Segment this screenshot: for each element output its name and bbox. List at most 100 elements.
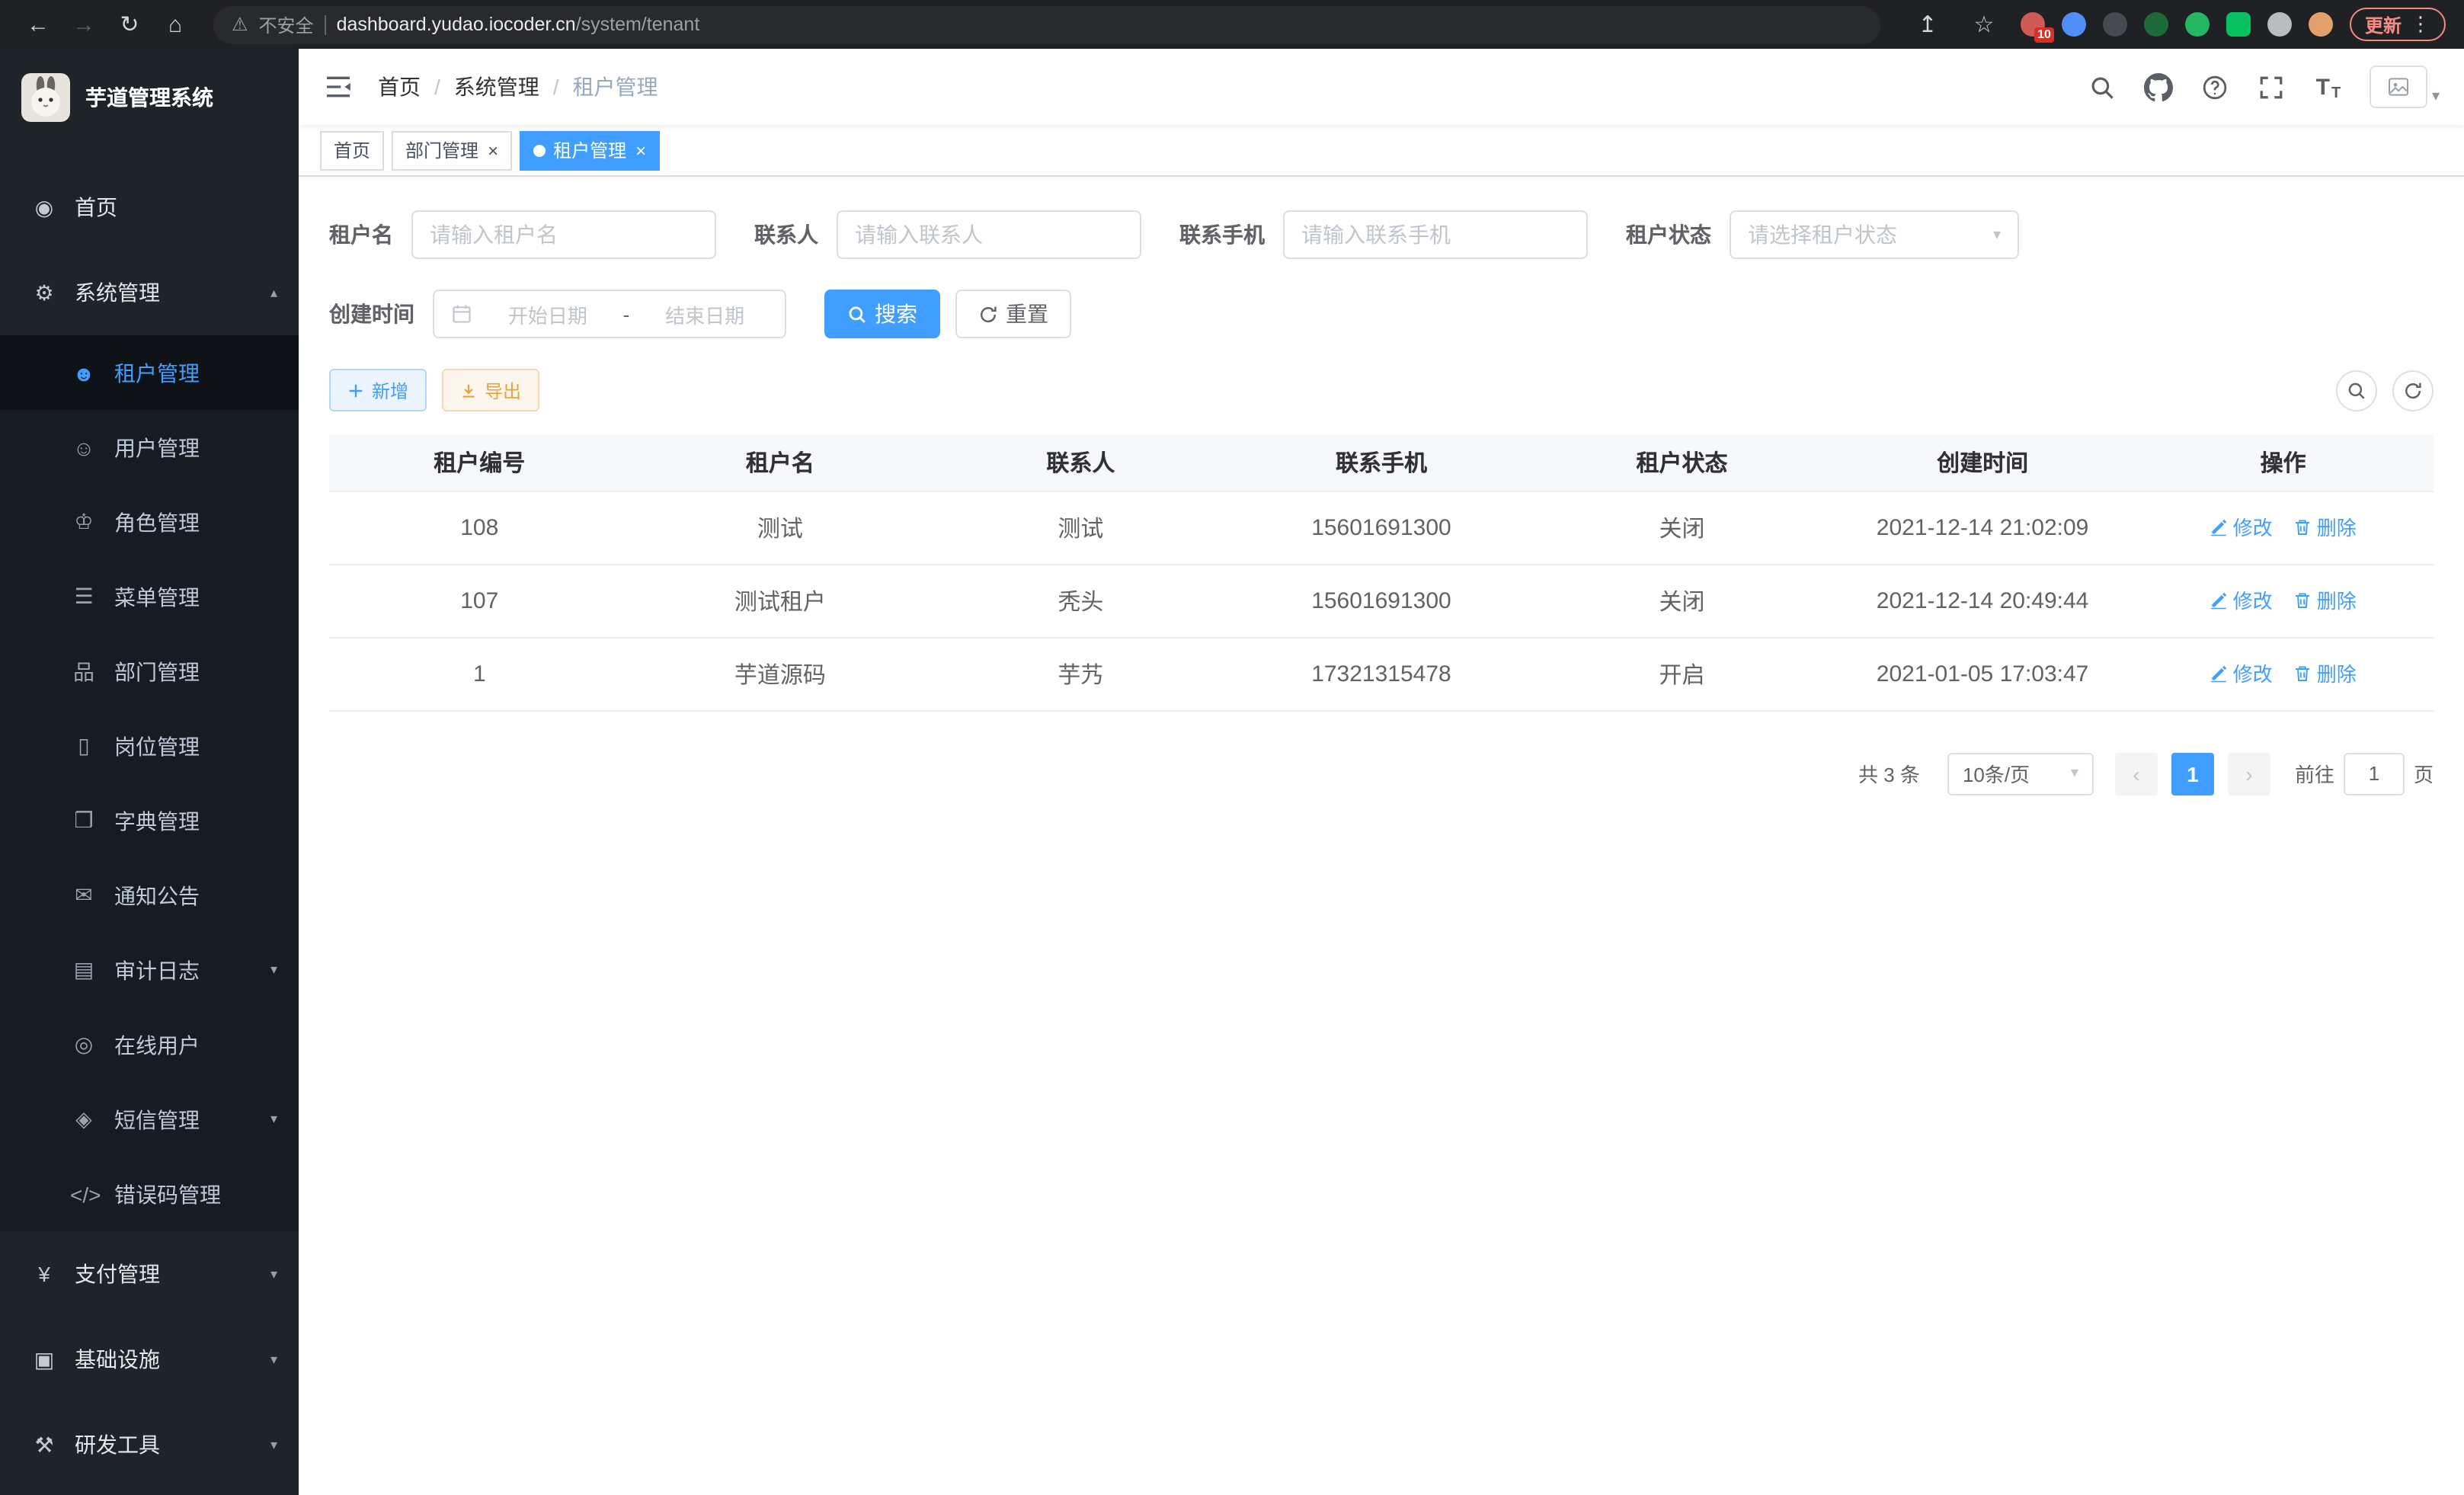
sidebar-item-role[interactable]: ♔ 角色管理 (0, 485, 299, 559)
sidebar-item-pay[interactable]: ¥ 支付管理 ▾ (0, 1231, 299, 1317)
extension-3-icon[interactable] (2103, 12, 2127, 37)
sidebar-item-log[interactable]: ▤ 审计日志 ▾ (0, 933, 299, 1007)
column-header: 创建时间 (1832, 434, 2133, 491)
cell-phone: 15601691300 (1231, 564, 1532, 637)
export-button[interactable]: 导出 (442, 369, 539, 411)
broken-image-icon (2370, 66, 2427, 108)
create-time-label: 创建时间 (329, 299, 414, 329)
tab-0[interactable]: 首页 (320, 130, 384, 170)
fullscreen-icon[interactable] (2257, 72, 2287, 102)
sidebar-item-sms[interactable]: ◈ 短信管理 ▾ (0, 1082, 299, 1157)
breadcrumb-item[interactable]: 系统管理 / (454, 72, 559, 102)
filter-row-2: 创建时间 开始日期 - 结束日期 搜索 (329, 290, 2434, 338)
page-jump-input[interactable] (2344, 752, 2405, 795)
extension-6-icon[interactable] (2226, 12, 2251, 37)
column-header: 租户名 (630, 434, 931, 491)
kebab-menu-icon: ⋮ (2411, 12, 2430, 37)
phone-input[interactable] (1301, 222, 1570, 247)
status-select[interactable]: 请选择租户状态 ▾ (1730, 210, 2019, 259)
contact-input[interactable] (855, 222, 1123, 247)
add-button[interactable]: 新增 (329, 369, 427, 411)
caret-down-icon: ▾ (2432, 88, 2440, 108)
breadcrumb-item[interactable]: 租户管理 (573, 72, 658, 102)
table-body: 108 测试 测试 15601691300 关闭 2021-12-14 21:0… (329, 491, 2434, 710)
cell-name: 测试 (630, 491, 931, 564)
bookmark-star-icon[interactable]: ☆ (1964, 5, 2004, 44)
address-bar[interactable]: ⚠ 不安全 dashboard.yudao.iocoder.cn/system/… (213, 5, 1880, 43)
app-logo[interactable]: 芋道管理系统 (0, 49, 299, 146)
sidebar-item-tenant[interactable]: ☻ 租户管理 (0, 335, 299, 410)
extension-4-icon[interactable] (2144, 12, 2168, 37)
tab-close-icon[interactable]: × (488, 141, 498, 159)
sidebar-item-system[interactable]: ⚙ 系统管理 ▴ (0, 250, 299, 335)
edit-button[interactable]: 修改 (2210, 586, 2273, 615)
sidebar-item-infra[interactable]: ▣ 基础设施 ▾ (0, 1317, 299, 1402)
github-icon[interactable] (2144, 72, 2174, 102)
sidebar-item-user[interactable]: ☺ 用户管理 (0, 410, 299, 485)
search-icon[interactable] (2088, 72, 2118, 102)
extension-1-icon[interactable]: 10 (2021, 12, 2045, 37)
sidebar-item-tool[interactable]: ⚒ 研发工具 ▾ (0, 1402, 299, 1487)
sidebar-item-dict[interactable]: ❒ 字典管理 (0, 783, 299, 858)
page-size-select[interactable]: 10条/页 ▾ (1947, 752, 2094, 795)
screen: ← → ↻ ⌂ ⚠ 不安全 dashboard.yudao.iocoder.cn… (0, 0, 2464, 1495)
online-user-icon: ◎ (70, 1032, 98, 1058)
edit-button[interactable]: 修改 (2210, 513, 2273, 542)
cell-contact: 芋艿 (930, 637, 1231, 710)
dashboard-icon: ◉ (30, 194, 58, 220)
chevron-icon: ▾ (270, 1436, 277, 1453)
chevron-down-icon: ▾ (1993, 226, 2001, 243)
refresh-table-button[interactable] (2392, 370, 2434, 411)
reset-button[interactable]: 重置 (955, 290, 1071, 338)
user-avatar[interactable]: ▾ (2370, 66, 2440, 108)
help-icon[interactable] (2200, 72, 2231, 102)
extensions-puzzle-icon[interactable] (2267, 12, 2292, 37)
tenant-name-input[interactable] (430, 222, 698, 247)
sidebar-item-menu[interactable]: ☰ 菜单管理 (0, 559, 299, 634)
extension-2-icon[interactable] (2062, 12, 2086, 37)
delete-button[interactable]: 删除 (2294, 513, 2357, 542)
cell-created: 2021-12-14 21:02:09 (1832, 491, 2133, 564)
trash-icon (2294, 591, 2312, 610)
share-icon[interactable]: ↥ (1908, 5, 1947, 44)
next-page-button[interactable]: › (2228, 752, 2270, 795)
forward-icon[interactable]: → (64, 5, 104, 44)
chevron-icon: ▾ (270, 1111, 277, 1128)
tab-1[interactable]: 部门管理 × (392, 130, 512, 170)
cell-actions: 修改 删除 (2133, 637, 2434, 710)
menu-list-icon: ☰ (70, 584, 98, 610)
browser-update-button[interactable]: 更新 ⋮ (2350, 8, 2446, 41)
profile-avatar-icon[interactable] (2309, 12, 2333, 37)
browser-chrome: ← → ↻ ⌂ ⚠ 不安全 dashboard.yudao.iocoder.cn… (0, 0, 2464, 49)
home-icon[interactable]: ⌂ (155, 5, 195, 44)
extension-badge: 10 (2034, 27, 2054, 43)
cell-actions: 修改 删除 (2133, 564, 2434, 637)
back-icon[interactable]: ← (18, 5, 58, 44)
delete-button[interactable]: 删除 (2294, 586, 2357, 615)
hamburger-icon[interactable] (323, 72, 354, 102)
sidebar-item-home[interactable]: ◉ 首页 (0, 165, 299, 250)
cell-contact: 测试 (930, 491, 1231, 564)
sidebar: 芋道管理系统 ◉ 首页 ⚙ 系统管理 ▴ ☻ 租户管理 ☺ 用户管理 ♔ 角色管… (0, 49, 299, 1495)
refresh-icon[interactable]: ↻ (110, 5, 149, 44)
sidebar-item-post[interactable]: ▯ 岗位管理 (0, 709, 299, 783)
sidebar-item-online[interactable]: ◎ 在线用户 (0, 1007, 299, 1082)
tenant-users-icon: ☻ (70, 360, 98, 385)
search-button[interactable]: 搜索 (824, 290, 940, 338)
sidebar-item-errcode[interactable]: </> 错误码管理 (0, 1157, 299, 1231)
font-size-icon[interactable]: T T (2313, 72, 2344, 102)
delete-button[interactable]: 删除 (2294, 659, 2357, 688)
breadcrumb-item[interactable]: 首页 / (378, 72, 440, 102)
infra-monitor-icon: ▣ (30, 1346, 58, 1372)
edit-button[interactable]: 修改 (2210, 659, 2273, 688)
column-header: 租户状态 (1531, 434, 1832, 491)
sidebar-item-dept[interactable]: 品 部门管理 (0, 634, 299, 709)
prev-page-button[interactable]: ‹ (2115, 752, 2158, 795)
tab-close-icon[interactable]: × (635, 141, 646, 159)
extension-5-icon[interactable] (2185, 12, 2210, 37)
tab-2[interactable]: 租户管理 × (520, 130, 660, 170)
hide-search-button[interactable] (2336, 370, 2377, 411)
page-1-button[interactable]: 1 (2171, 752, 2214, 795)
sidebar-item-notice[interactable]: ✉ 通知公告 (0, 858, 299, 933)
date-range-input[interactable]: 开始日期 - 结束日期 (433, 290, 786, 338)
